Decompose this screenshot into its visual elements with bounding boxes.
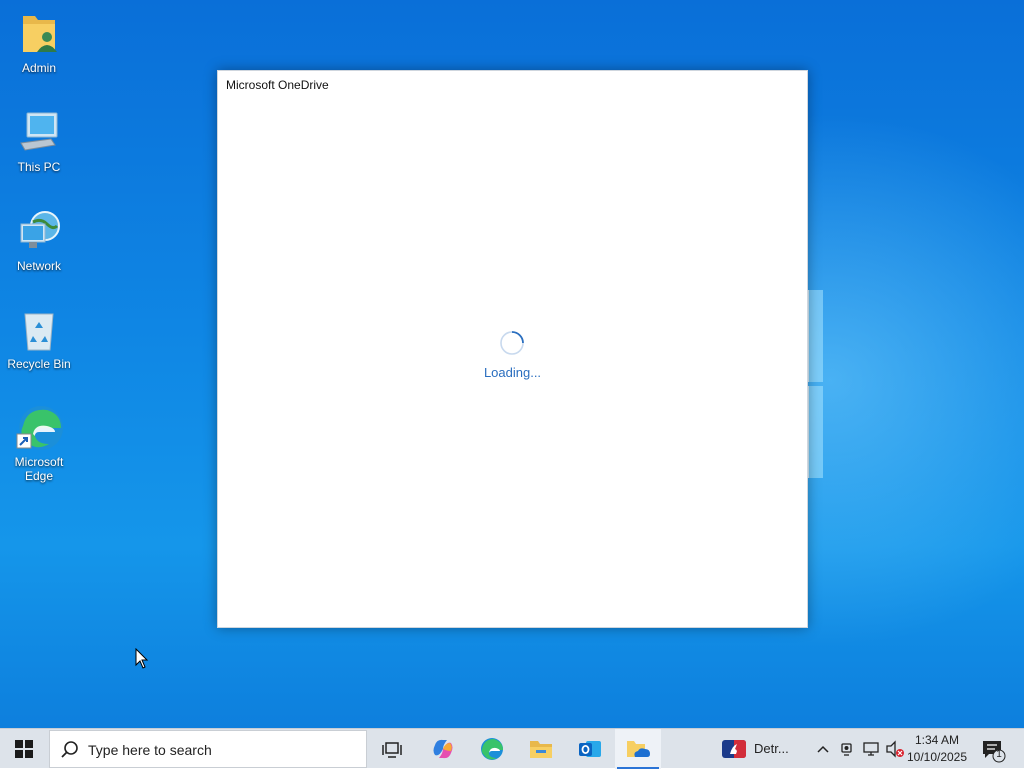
desktop-icon-network[interactable]: Network: [2, 208, 76, 273]
copilot-icon: [433, 739, 453, 759]
taskbar-search-box[interactable]: Type here to search: [49, 730, 367, 768]
network-tray-button[interactable]: [860, 729, 882, 769]
recycle-bin-icon: [15, 306, 63, 354]
mlb-logo-icon: [722, 740, 746, 758]
news-widget[interactable]: Detr...: [716, 729, 802, 769]
mouse-cursor-icon: [135, 647, 149, 670]
edge-taskbar-button[interactable]: [469, 729, 515, 769]
clock-time: 1:34 AM: [914, 733, 960, 747]
file-explorer-button[interactable]: [518, 729, 564, 769]
news-headline: Detr...: [754, 741, 789, 756]
outlook-icon: [579, 741, 601, 757]
windows-logo-icon: [15, 740, 33, 758]
show-hidden-icons-button[interactable]: [812, 729, 834, 769]
onedrive-taskbar-button[interactable]: [615, 729, 661, 769]
desktop-icon-label: Microsoft Edge: [14, 455, 64, 483]
start-button[interactable]: [0, 729, 48, 769]
notification-center-button[interactable]: 1: [980, 737, 1006, 763]
desktop-icon-recycle-bin[interactable]: Recycle Bin: [2, 306, 76, 371]
network-status-icon: [863, 742, 879, 756]
taskbar-clock[interactable]: 1:34 AM 10/10/2025: [904, 732, 970, 766]
search-placeholder: Type here to search: [88, 742, 212, 758]
desktop-icon-label: Admin: [21, 61, 56, 75]
loading-status: Loading...: [483, 365, 542, 380]
window-title: Microsoft OneDrive: [226, 78, 329, 92]
desktop-icon-this-pc[interactable]: This PC: [2, 109, 76, 174]
network-icon: [15, 208, 63, 256]
chevron-up-icon: [817, 745, 829, 753]
task-view-icon: [382, 742, 402, 758]
taskbar: Type here to search Detr... 1:34 AM 10/1…: [0, 728, 1024, 769]
user-folder-icon: [15, 10, 63, 58]
desktop: Admin This PC Network Recycle Bin Micros…: [0, 0, 1024, 728]
volume-tray-button[interactable]: [884, 729, 906, 769]
edge-icon: [481, 738, 503, 760]
notification-count-badge: 1: [996, 749, 1002, 760]
loading-spinner-icon: [499, 330, 525, 356]
clock-date: 10/10/2025: [906, 750, 968, 764]
meet-now-icon: [841, 743, 852, 756]
desktop-icon-edge[interactable]: Microsoft Edge: [2, 404, 76, 483]
copilot-button[interactable]: [420, 729, 466, 769]
task-view-button[interactable]: [369, 729, 415, 769]
file-explorer-icon: [530, 741, 552, 758]
desktop-icon-label: This PC: [17, 160, 61, 174]
search-icon: [61, 741, 78, 758]
edge-icon: [15, 404, 63, 452]
desktop-icon-label: Network: [16, 259, 61, 273]
meet-now-button[interactable]: [838, 729, 856, 769]
outlook-button[interactable]: [567, 729, 613, 769]
volume-muted-icon: [886, 740, 904, 758]
desktop-icon-label: Recycle Bin: [7, 357, 71, 371]
onedrive-window[interactable]: Microsoft OneDrive Loading...: [217, 70, 808, 628]
wallpaper-logo-glow: [808, 290, 823, 480]
onedrive-folder-icon: [627, 741, 650, 757]
desktop-icon-admin[interactable]: Admin: [2, 10, 76, 75]
computer-icon: [15, 109, 63, 157]
